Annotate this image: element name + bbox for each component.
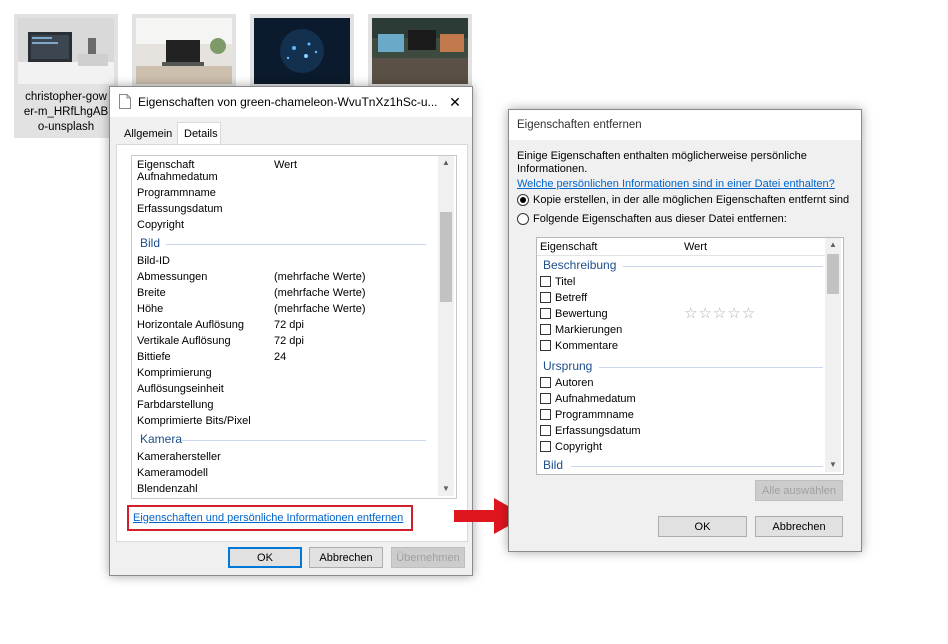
tab-details-label: Details bbox=[184, 128, 218, 140]
file-icon bbox=[119, 94, 131, 109]
image-thumbnail-icon bbox=[136, 18, 232, 84]
remove-properties-link[interactable]: Eigenschaften und persönliche Informatio… bbox=[133, 512, 403, 524]
list-header[interactable]: Eigenschaft Wert bbox=[537, 239, 825, 255]
property-checkbox[interactable] bbox=[540, 377, 551, 388]
file-name-label: christopher-gow er-m_HRfLhgAB o-unsplash bbox=[23, 91, 109, 133]
close-icon[interactable]: ✕ bbox=[444, 91, 466, 113]
scroll-down-icon[interactable]: ▼ bbox=[438, 482, 454, 496]
remove-option-radio[interactable] bbox=[517, 213, 529, 225]
details-tab-page: Eigenschaft Wert Aufnahmedatum Programmn… bbox=[116, 144, 468, 542]
column-header-property[interactable]: Eigenschaft bbox=[540, 239, 597, 255]
tab-details[interactable]: Details bbox=[177, 122, 221, 145]
description-text: Einige Eigenschaften enthalten möglicher… bbox=[517, 150, 807, 175]
property-checkbox[interactable] bbox=[540, 324, 551, 335]
group-header-beschreibung: Beschreibung bbox=[543, 258, 617, 272]
group-header-bild: Bild bbox=[140, 236, 161, 250]
group-divider bbox=[599, 367, 823, 368]
file-thumbnail[interactable] bbox=[250, 14, 354, 86]
rating-stars-icon: ☆☆☆☆☆ bbox=[684, 305, 757, 322]
copy-option-label[interactable]: Kopie erstellen, in der alle möglichen E… bbox=[533, 194, 849, 206]
image-thumbnail-icon bbox=[372, 18, 468, 84]
property-list[interactable]: Eigenschaft Wert Aufnahmedatum Programmn… bbox=[131, 155, 457, 499]
property-checkbox[interactable] bbox=[540, 276, 551, 287]
ok-button[interactable]: OK bbox=[228, 547, 302, 568]
group-header-bild: Bild bbox=[543, 458, 564, 472]
group-divider bbox=[166, 244, 426, 245]
ok-button[interactable]: OK bbox=[658, 516, 747, 537]
image-thumbnail-icon bbox=[18, 18, 114, 84]
scroll-down-icon[interactable]: ▼ bbox=[825, 458, 841, 472]
property-checkbox[interactable] bbox=[540, 441, 551, 452]
property-checkbox[interactable] bbox=[540, 393, 551, 404]
scroll-thumb[interactable] bbox=[440, 212, 452, 302]
scroll-up-icon[interactable]: ▲ bbox=[438, 156, 454, 170]
file-thumbnail[interactable] bbox=[132, 14, 236, 86]
property-checkbox[interactable] bbox=[540, 425, 551, 436]
property-checkbox[interactable] bbox=[540, 409, 551, 420]
vertical-scrollbar[interactable]: ▲ ▼ bbox=[825, 238, 841, 472]
scroll-thumb[interactable] bbox=[827, 254, 839, 294]
vertical-scrollbar[interactable]: ▲ ▼ bbox=[438, 156, 454, 496]
dialog-title: Eigenschaften von green-chameleon-WvuTnX… bbox=[138, 95, 438, 109]
cancel-button[interactable]: Abbrechen bbox=[755, 516, 843, 537]
column-header-value[interactable]: Wert bbox=[684, 239, 707, 255]
properties-dialog: Eigenschaften von green-chameleon-WvuTnX… bbox=[109, 86, 473, 576]
dialog-title: Eigenschaften entfernen bbox=[517, 119, 642, 131]
group-divider bbox=[623, 266, 823, 267]
group-header-ursprung: Ursprung bbox=[543, 359, 593, 373]
group-divider bbox=[182, 440, 426, 441]
cancel-button[interactable]: Abbrechen bbox=[309, 547, 383, 568]
select-all-button[interactable]: Alle auswählen bbox=[755, 480, 843, 501]
file-thumbnail[interactable] bbox=[368, 14, 472, 86]
apply-button[interactable]: Übernehmen bbox=[391, 547, 465, 568]
header-divider bbox=[537, 255, 825, 256]
group-header-kamera: Kamera bbox=[140, 432, 183, 446]
group-divider bbox=[571, 466, 823, 467]
scroll-up-icon[interactable]: ▲ bbox=[825, 238, 841, 252]
copy-option-radio[interactable] bbox=[517, 194, 529, 206]
remove-properties-dialog: Eigenschaften entfernen Einige Eigenscha… bbox=[508, 109, 862, 552]
file-thumbnail[interactable] bbox=[14, 14, 118, 86]
image-thumbnail-icon bbox=[254, 18, 350, 84]
personal-info-help-link[interactable]: Welche persönlichen Informationen sind i… bbox=[517, 178, 835, 190]
column-header-value[interactable]: Wert bbox=[274, 157, 297, 173]
tab-allgemein[interactable]: Allgemein bbox=[124, 128, 172, 140]
remove-option-label[interactable]: Folgende Eigenschaften aus dieser Datei … bbox=[533, 213, 787, 225]
property-checkbox[interactable] bbox=[540, 340, 551, 351]
property-checkbox[interactable] bbox=[540, 292, 551, 303]
property-checklist[interactable]: Eigenschaft Wert Beschreibung Titel Betr… bbox=[536, 237, 844, 475]
property-checkbox[interactable] bbox=[540, 308, 551, 319]
